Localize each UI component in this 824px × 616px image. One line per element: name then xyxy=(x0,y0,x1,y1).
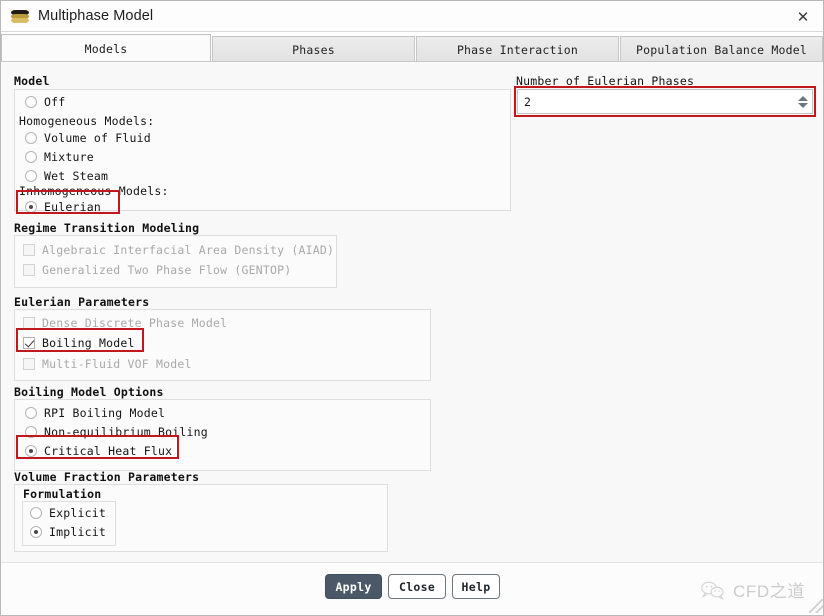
checkbox-gentop: Generalized Two Phase Flow (GENTOP) xyxy=(23,263,291,277)
regime-transition-label: Regime Transition Modeling xyxy=(14,221,199,235)
radio-indicator xyxy=(25,170,37,182)
radio-indicator xyxy=(25,426,37,438)
radio-rpi-boiling-model[interactable]: RPI Boiling Model xyxy=(25,406,165,420)
tab-bar: Models Phases Phase Interaction Populati… xyxy=(1,32,824,62)
footer-bar: Apply Close Help CFD之道 xyxy=(1,562,824,615)
radio-non-equilibrium-boiling[interactable]: Non-equilibrium Boiling xyxy=(25,425,208,439)
radio-rpi-boiling-model-label: RPI Boiling Model xyxy=(44,406,165,420)
radio-volume-of-fluid-label: Volume of Fluid xyxy=(44,131,151,145)
wechat-logo-icon xyxy=(700,580,726,600)
checkbox-aiad-label: Algebraic Interfacial Area Density (AIAD… xyxy=(42,243,334,257)
radio-indicator xyxy=(25,407,37,419)
help-button[interactable]: Help xyxy=(452,574,500,599)
radio-critical-heat-flux[interactable]: Critical Heat Flux xyxy=(25,444,172,458)
tab-population-balance-model[interactable]: Population Balance Model xyxy=(620,36,823,62)
radio-mixture[interactable]: Mixture xyxy=(25,150,94,164)
checkbox-aiad: Algebraic Interfacial Area Density (AIAD… xyxy=(23,243,334,257)
checkbox-indicator xyxy=(23,337,35,349)
radio-indicator xyxy=(25,151,37,163)
checkbox-boiling-model[interactable]: Boiling Model xyxy=(23,336,135,350)
checkbox-dense-discrete-phase-model: Dense Discrete Phase Model xyxy=(23,316,227,330)
radio-wet-steam-label: Wet Steam xyxy=(44,169,108,183)
eulerian-parameters-label: Eulerian Parameters xyxy=(14,295,149,309)
watermark: CFD之道 xyxy=(700,577,805,602)
radio-implicit-label: Implicit xyxy=(49,525,106,539)
radio-critical-heat-flux-label: Critical Heat Flux xyxy=(44,444,172,458)
close-icon[interactable]: ✕ xyxy=(781,1,824,32)
close-button[interactable]: Close xyxy=(388,574,446,599)
chevron-down-icon[interactable] xyxy=(798,103,808,108)
radio-explicit[interactable]: Explicit xyxy=(30,506,106,520)
chevron-up-icon[interactable] xyxy=(798,96,808,101)
model-group-label: Model xyxy=(14,74,50,88)
fluent-waves-icon xyxy=(11,7,29,25)
eulerian-phases-stepper[interactable]: 2 xyxy=(517,89,813,114)
eulerian-phases-label: Number of Eulerian Phases xyxy=(516,74,694,88)
checkbox-indicator xyxy=(23,264,35,276)
watermark-text: CFD之道 xyxy=(733,577,805,602)
radio-eulerian-label: Eulerian xyxy=(44,200,101,214)
checkbox-dense-discrete-phase-model-label: Dense Discrete Phase Model xyxy=(42,316,227,330)
checkbox-indicator xyxy=(23,244,35,256)
radio-indicator xyxy=(25,445,37,457)
checkbox-indicator xyxy=(23,317,35,329)
radio-eulerian[interactable]: Eulerian xyxy=(25,200,101,214)
radio-off[interactable]: Off xyxy=(25,95,65,109)
radio-explicit-label: Explicit xyxy=(49,506,106,520)
spinner-arrows[interactable] xyxy=(794,90,812,113)
models-tab-panel: Model Off Homogeneous Models: Volume of … xyxy=(1,62,824,562)
radio-indicator xyxy=(30,507,42,519)
radio-non-equilibrium-boiling-label: Non-equilibrium Boiling xyxy=(44,425,208,439)
radio-indicator xyxy=(30,526,42,538)
homogeneous-models-header: Homogeneous Models: xyxy=(19,114,154,128)
radio-volume-of-fluid[interactable]: Volume of Fluid xyxy=(25,131,151,145)
volume-fraction-parameters-label: Volume Fraction Parameters xyxy=(14,470,199,484)
checkbox-multi-fluid-vof-model-label: Multi-Fluid VOF Model xyxy=(42,357,192,371)
apply-button[interactable]: Apply xyxy=(325,574,382,599)
radio-off-label: Off xyxy=(44,95,65,109)
radio-implicit[interactable]: Implicit xyxy=(30,525,106,539)
radio-indicator xyxy=(25,201,37,213)
tab-phase-interaction[interactable]: Phase Interaction xyxy=(416,36,619,62)
resize-grip[interactable] xyxy=(809,599,823,613)
eulerian-phases-value[interactable]: 2 xyxy=(518,95,794,109)
radio-wet-steam[interactable]: Wet Steam xyxy=(25,169,108,183)
boiling-model-options-label: Boiling Model Options xyxy=(14,385,164,399)
checkbox-gentop-label: Generalized Two Phase Flow (GENTOP) xyxy=(42,263,291,277)
window-title: Multiphase Model xyxy=(38,8,153,24)
formulation-label: Formulation xyxy=(23,487,101,501)
checkbox-multi-fluid-vof-model: Multi-Fluid VOF Model xyxy=(23,357,192,371)
radio-indicator xyxy=(25,132,37,144)
radio-indicator xyxy=(25,96,37,108)
checkbox-indicator xyxy=(23,358,35,370)
tab-phases[interactable]: Phases xyxy=(212,36,415,62)
tab-models[interactable]: Models xyxy=(1,34,211,62)
radio-mixture-label: Mixture xyxy=(44,150,94,164)
multiphase-model-dialog: Multiphase Model ✕ Models Phases Phase I… xyxy=(0,0,824,616)
inhomogeneous-models-header: Inhomogeneous Models: xyxy=(19,184,169,198)
checkbox-boiling-model-label: Boiling Model xyxy=(42,336,135,350)
title-bar: Multiphase Model ✕ xyxy=(1,1,824,32)
